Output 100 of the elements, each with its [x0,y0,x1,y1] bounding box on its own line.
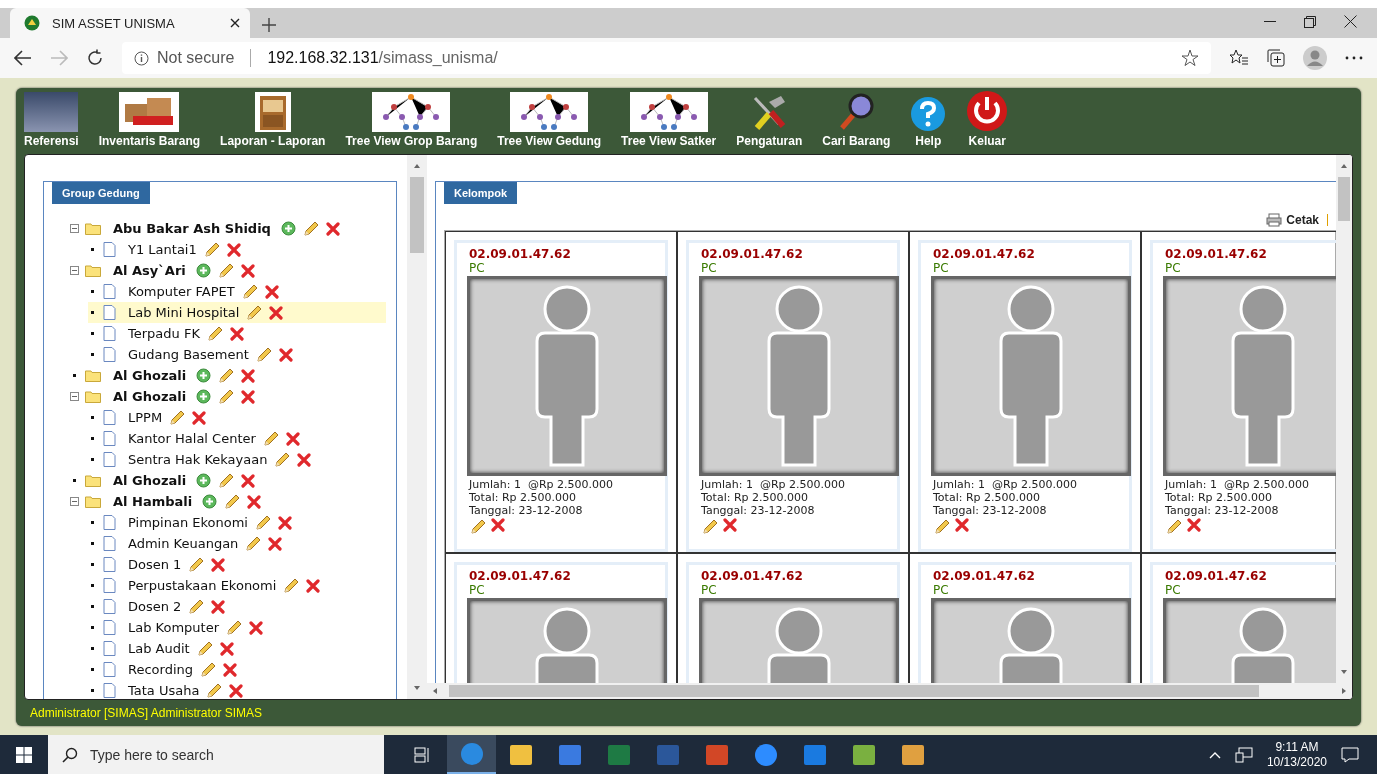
tree-item[interactable]: Lab Komputer [88,617,396,638]
toolbar-button[interactable]: Keluar [966,90,1009,148]
pencil-icon[interactable] [205,681,224,699]
delete-icon[interactable] [278,347,293,362]
tree-group-label[interactable]: Al Ghozali [113,473,187,488]
print-link[interactable]: Cetak [1286,213,1319,227]
store-icon[interactable] [557,743,582,766]
more-icon[interactable] [1345,56,1363,60]
tree-item[interactable]: Tata Usaha [88,680,396,699]
pencil-icon[interactable] [225,618,244,637]
tree-item[interactable]: LPPM [88,407,396,428]
delete-icon[interactable] [955,518,969,532]
tree-item[interactable]: Terpadu FK [88,323,396,344]
tree-item[interactable]: Lab Audit [88,638,396,659]
pencil-icon[interactable] [205,324,224,343]
delete-icon[interactable] [241,368,256,383]
tree-item[interactable]: Sentra Hak Kekayaan [88,449,396,470]
favorites-icon[interactable] [1229,49,1249,67]
delete-icon[interactable] [219,641,234,656]
toolbar-button[interactable]: Cari Barang [822,92,891,148]
pencil-icon[interactable] [469,518,487,536]
toolbar-button[interactable]: Help [910,96,947,148]
delete-icon[interactable] [241,389,256,404]
horizontal-scrollbar[interactable] [427,683,1352,699]
pencil-icon[interactable] [187,555,206,574]
tree-group-label[interactable]: Al Asy`Ari [113,263,186,278]
browser-icon[interactable] [459,741,484,766]
delete-icon[interactable] [723,518,737,532]
toolbar-button[interactable]: Tree View Gedung [497,92,602,148]
network-icon[interactable] [1234,746,1253,763]
taskbar-app[interactable] [447,735,496,774]
delete-icon[interactable] [268,536,283,551]
vertical-scrollbar[interactable] [407,155,427,699]
delete-icon[interactable] [285,431,300,446]
add-icon[interactable] [280,221,296,236]
add-icon[interactable] [202,494,218,509]
pencil-icon[interactable] [217,471,236,490]
pencil-icon[interactable] [216,261,235,280]
tree-item[interactable]: Recording [88,659,396,680]
delete-icon[interactable] [249,620,264,635]
tree-item[interactable]: Lab Mini Hospital [88,302,386,323]
delete-icon[interactable] [306,578,321,593]
delete-icon[interactable] [240,263,255,278]
restore-icon[interactable] [1304,15,1316,28]
folder-icon[interactable] [508,743,533,766]
back-icon[interactable] [14,50,32,66]
collapse-toggle[interactable] [70,266,79,275]
presentation-icon[interactable] [704,743,729,766]
taskbar-search-field[interactable]: Type here to search [48,735,384,774]
delete-icon[interactable] [192,410,207,425]
palette-icon[interactable] [900,743,925,766]
pencil-icon[interactable] [202,240,221,259]
collapse-toggle[interactable] [70,224,79,233]
delete-icon[interactable] [278,515,292,530]
tree-item[interactable]: Admin Keuangan [88,533,396,554]
tree-item[interactable]: Gudang Basement [88,344,396,365]
pencil-icon[interactable] [187,597,206,616]
toolbar-button[interactable]: Laporan - Laporan [220,92,326,148]
delete-icon[interactable] [264,284,279,299]
vertical-scrollbar[interactable] [1336,155,1352,683]
pencil-icon[interactable] [273,450,292,469]
video-call-icon[interactable] [753,742,778,767]
tree-group-label[interactable]: Al Ghozali [113,389,187,404]
delete-icon[interactable] [241,473,256,488]
pencil-icon[interactable] [223,492,242,511]
tree-item[interactable]: Kantor Halal Center [88,428,396,449]
reload-icon[interactable] [86,49,104,67]
add-icon[interactable] [195,263,211,278]
pencil-icon[interactable] [1165,518,1183,536]
scrollbar-thumb[interactable] [449,685,1259,697]
delete-icon[interactable] [211,557,226,572]
notifications-icon[interactable] [1341,746,1359,763]
toolbar-button[interactable]: Referensi [24,92,79,148]
tree-item[interactable]: Dosen 2 [88,596,396,617]
pencil-icon[interactable] [245,303,264,322]
collapse-toggle[interactable] [70,497,79,506]
delete-icon[interactable] [226,242,241,257]
minimize-icon[interactable] [1264,20,1276,23]
close-icon[interactable] [1344,15,1357,28]
pencil-icon[interactable] [195,639,214,658]
pencil-icon[interactable] [254,345,273,364]
clock[interactable]: 9:11 AM 10/13/2020 [1266,739,1327,770]
delete-icon[interactable] [269,305,284,320]
tree-group-label[interactable]: Abu Bakar Ash Shidiq [113,221,271,236]
add-favorite-icon[interactable] [1181,49,1199,67]
address-bar[interactable]: Not secure 192.168.32.131/simass_unisma/ [122,42,1211,74]
chart-icon[interactable] [851,743,876,766]
toolbar-button[interactable]: Pengaturan [736,92,803,148]
tree-item[interactable]: Y1 Lantai1 [88,239,396,260]
pencil-icon[interactable] [301,219,320,238]
tree-group-label[interactable]: Al Ghozali [113,368,187,383]
tree-item[interactable]: Perpustakaan Ekonomi [88,575,396,596]
pencil-icon[interactable] [701,518,719,536]
delete-icon[interactable] [211,599,226,614]
browser-tab[interactable]: SIM ASSET UNISMA [10,8,250,38]
delete-icon[interactable] [297,452,312,467]
delete-icon[interactable] [229,683,244,698]
pencil-icon[interactable] [244,534,263,553]
add-icon[interactable] [196,389,212,404]
pencil-icon[interactable] [282,576,301,595]
